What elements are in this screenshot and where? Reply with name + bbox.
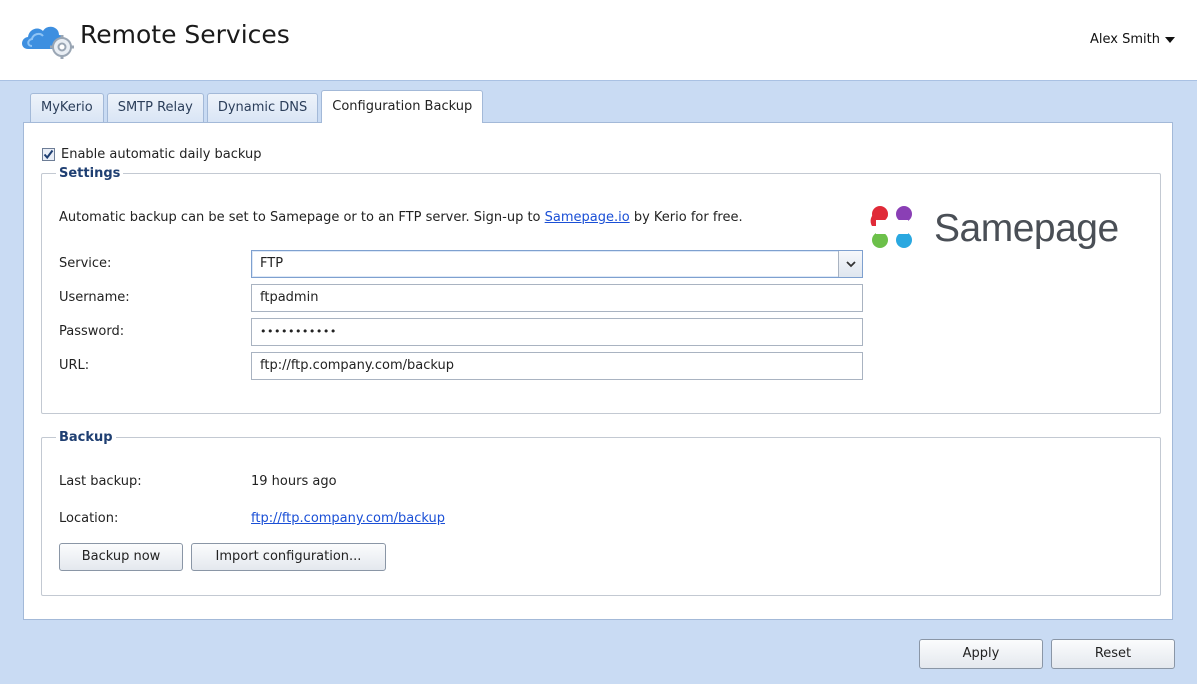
settings-legend: Settings	[59, 166, 121, 181]
samepage-logo: Samepage	[866, 200, 1136, 254]
backup-now-button[interactable]: Backup now	[59, 543, 183, 571]
configuration-backup-panel: Enable automatic daily backup Settings A…	[23, 122, 1173, 620]
user-name: Alex Smith	[1090, 32, 1160, 47]
settings-info: Automatic backup can be set to Samepage …	[59, 210, 743, 225]
password-field[interactable]: •••••••••••	[251, 318, 863, 346]
service-label: Service:	[59, 256, 112, 271]
backup-group: Backup Last backup: 19 hours ago Locatio…	[41, 430, 1161, 596]
location-link[interactable]: ftp://ftp.company.com/backup	[251, 511, 445, 526]
service-select-value: FTP	[260, 256, 284, 271]
info-text-prefix: Automatic backup can be set to Samepage …	[59, 210, 545, 225]
samepage-link[interactable]: Samepage.io	[545, 210, 630, 225]
tab-bar: MyKerio SMTP Relay Dynamic DNS Configura…	[30, 90, 484, 123]
location-label: Location:	[59, 511, 119, 526]
password-label: Password:	[59, 324, 125, 339]
tab-mykerio[interactable]: MyKerio	[30, 93, 104, 122]
tab-configuration-backup[interactable]: Configuration Backup	[321, 90, 484, 123]
tab-smtp-relay[interactable]: SMTP Relay	[106, 93, 204, 122]
workarea: MyKerio SMTP Relay Dynamic DNS Configura…	[0, 80, 1197, 684]
reset-button[interactable]: Reset	[1051, 639, 1175, 669]
cloud-gear-icon	[22, 26, 74, 59]
last-backup-value: 19 hours ago	[251, 474, 337, 489]
chevron-down-icon[interactable]	[838, 251, 862, 277]
samepage-logo-text: Samepage	[934, 207, 1119, 250]
info-text-suffix: by Kerio for free.	[629, 210, 743, 225]
user-menu[interactable]: Alex Smith	[1090, 32, 1175, 47]
settings-group: Settings Automatic backup can be set to …	[41, 166, 1161, 414]
service-select[interactable]: FTP	[251, 250, 863, 278]
enable-backup-checkbox[interactable]	[42, 148, 55, 161]
last-backup-label: Last backup:	[59, 474, 142, 489]
app-header: Remote Services Alex Smith	[0, 0, 1197, 80]
username-label: Username:	[59, 290, 130, 305]
samepage-logo-icon	[870, 206, 912, 248]
backup-legend: Backup	[59, 430, 113, 445]
checkmark-icon	[43, 149, 54, 160]
username-field[interactable]: ftpadmin	[251, 284, 863, 312]
url-field[interactable]: ftp://ftp.company.com/backup	[251, 352, 863, 380]
caret-down-icon	[1165, 36, 1175, 43]
import-configuration-button[interactable]: Import configuration...	[191, 543, 386, 571]
enable-backup-row: Enable automatic daily backup	[42, 147, 262, 162]
url-label: URL:	[59, 358, 90, 373]
enable-backup-label: Enable automatic daily backup	[61, 147, 262, 162]
tab-dynamic-dns[interactable]: Dynamic DNS	[206, 93, 319, 122]
page-title: Remote Services	[80, 20, 290, 49]
apply-button[interactable]: Apply	[919, 639, 1043, 669]
